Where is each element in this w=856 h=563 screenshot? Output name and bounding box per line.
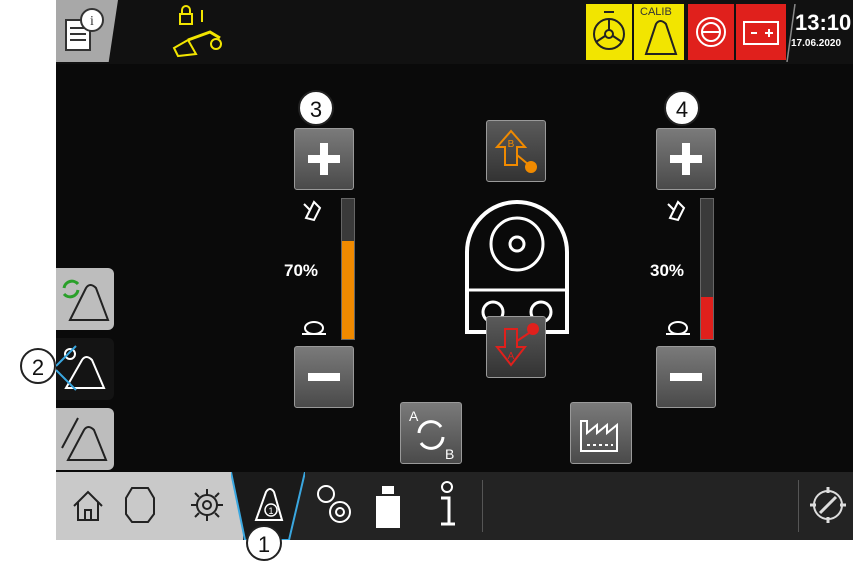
brake-alarm[interactable] — [688, 4, 734, 60]
brake-alarm-icon — [696, 17, 726, 47]
battery-icon — [743, 21, 779, 45]
settings-icon[interactable] — [806, 482, 850, 528]
bottom-nav-bar: 1 — [56, 472, 853, 540]
steering-status[interactable] — [586, 4, 632, 60]
clock: 13:10 17.06.2020 — [789, 0, 853, 64]
gear-icon[interactable] — [188, 486, 226, 524]
info-log-icon: i — [65, 8, 104, 51]
factory-icon — [580, 420, 618, 452]
bucket-tab-number: 1 — [268, 506, 273, 516]
machine-display: i CALIB 13:10 17.06.2020 3 70% 4 30% B A… — [56, 0, 853, 540]
slow-turtle-icon — [302, 321, 326, 335]
slow-turtle-icon — [666, 321, 690, 335]
clock-date: 17.06.2020 — [791, 38, 842, 49]
lock-excavator-icon — [172, 5, 222, 58]
plus-icon — [670, 143, 702, 175]
gears-icon[interactable] — [312, 480, 356, 528]
callout-2-leader — [56, 345, 77, 391]
info-log-tab[interactable]: i — [56, 0, 118, 62]
steering-wheel-icon — [593, 11, 625, 50]
arrow-a-button[interactable]: A — [486, 316, 546, 378]
arrow-a-letter: A — [508, 351, 515, 362]
callout-2: 2 — [20, 348, 56, 384]
arrow-b-icon: B — [494, 129, 537, 173]
right-percent: 30% — [650, 261, 685, 280]
svg-text:i: i — [90, 14, 94, 29]
left-percent: 70% — [284, 261, 319, 280]
swap-ab-button[interactable]: A B — [400, 402, 462, 464]
home-icon[interactable] — [70, 488, 106, 524]
bottom-separator — [798, 480, 799, 532]
right-level-bar — [700, 198, 714, 340]
info-icon[interactable] — [432, 480, 462, 532]
right-minus-button[interactable] — [656, 346, 716, 408]
battery-alarm[interactable] — [736, 4, 786, 60]
calib-status[interactable]: CALIB — [634, 4, 684, 60]
plus-icon — [308, 143, 340, 175]
bucket-tilt-icon — [61, 417, 108, 461]
weight-icon[interactable] — [372, 482, 404, 530]
swap-a-label: A — [409, 408, 419, 424]
left-level-bar — [341, 198, 355, 340]
swap-ab-icon: A B — [409, 408, 454, 462]
arrow-a-icon: A — [494, 323, 539, 367]
left-level-fill — [342, 241, 354, 339]
right-plus-button[interactable] — [656, 128, 716, 190]
tab-auto-mode[interactable] — [56, 268, 114, 330]
callout-3: 3 — [298, 90, 334, 126]
minus-icon — [308, 373, 340, 381]
factory-reset-button[interactable] — [570, 402, 632, 464]
swap-b-label: B — [445, 446, 454, 462]
bucket-tab-icon[interactable]: 1 — [252, 484, 286, 524]
fast-mode-icon — [303, 200, 322, 222]
auto-bucket-icon — [62, 279, 110, 321]
callout-1: 1 — [246, 525, 282, 561]
bottom-separator — [482, 480, 483, 532]
arrow-b-button[interactable]: B — [486, 120, 546, 182]
clock-time: 13:10 — [795, 10, 852, 35]
left-minus-button[interactable] — [294, 346, 354, 408]
engine-icon[interactable] — [122, 484, 158, 526]
left-plus-button[interactable] — [294, 128, 354, 190]
calib-icon — [644, 20, 678, 55]
tab-bucket-tilt[interactable] — [56, 408, 114, 470]
top-status-bar: i CALIB 13:10 17.06.2020 — [56, 0, 853, 64]
fast-mode-icon — [667, 200, 686, 222]
arrow-b-letter: B — [508, 139, 515, 150]
callout-4: 4 — [664, 90, 700, 126]
right-level-fill — [701, 297, 713, 339]
minus-icon — [670, 373, 702, 381]
